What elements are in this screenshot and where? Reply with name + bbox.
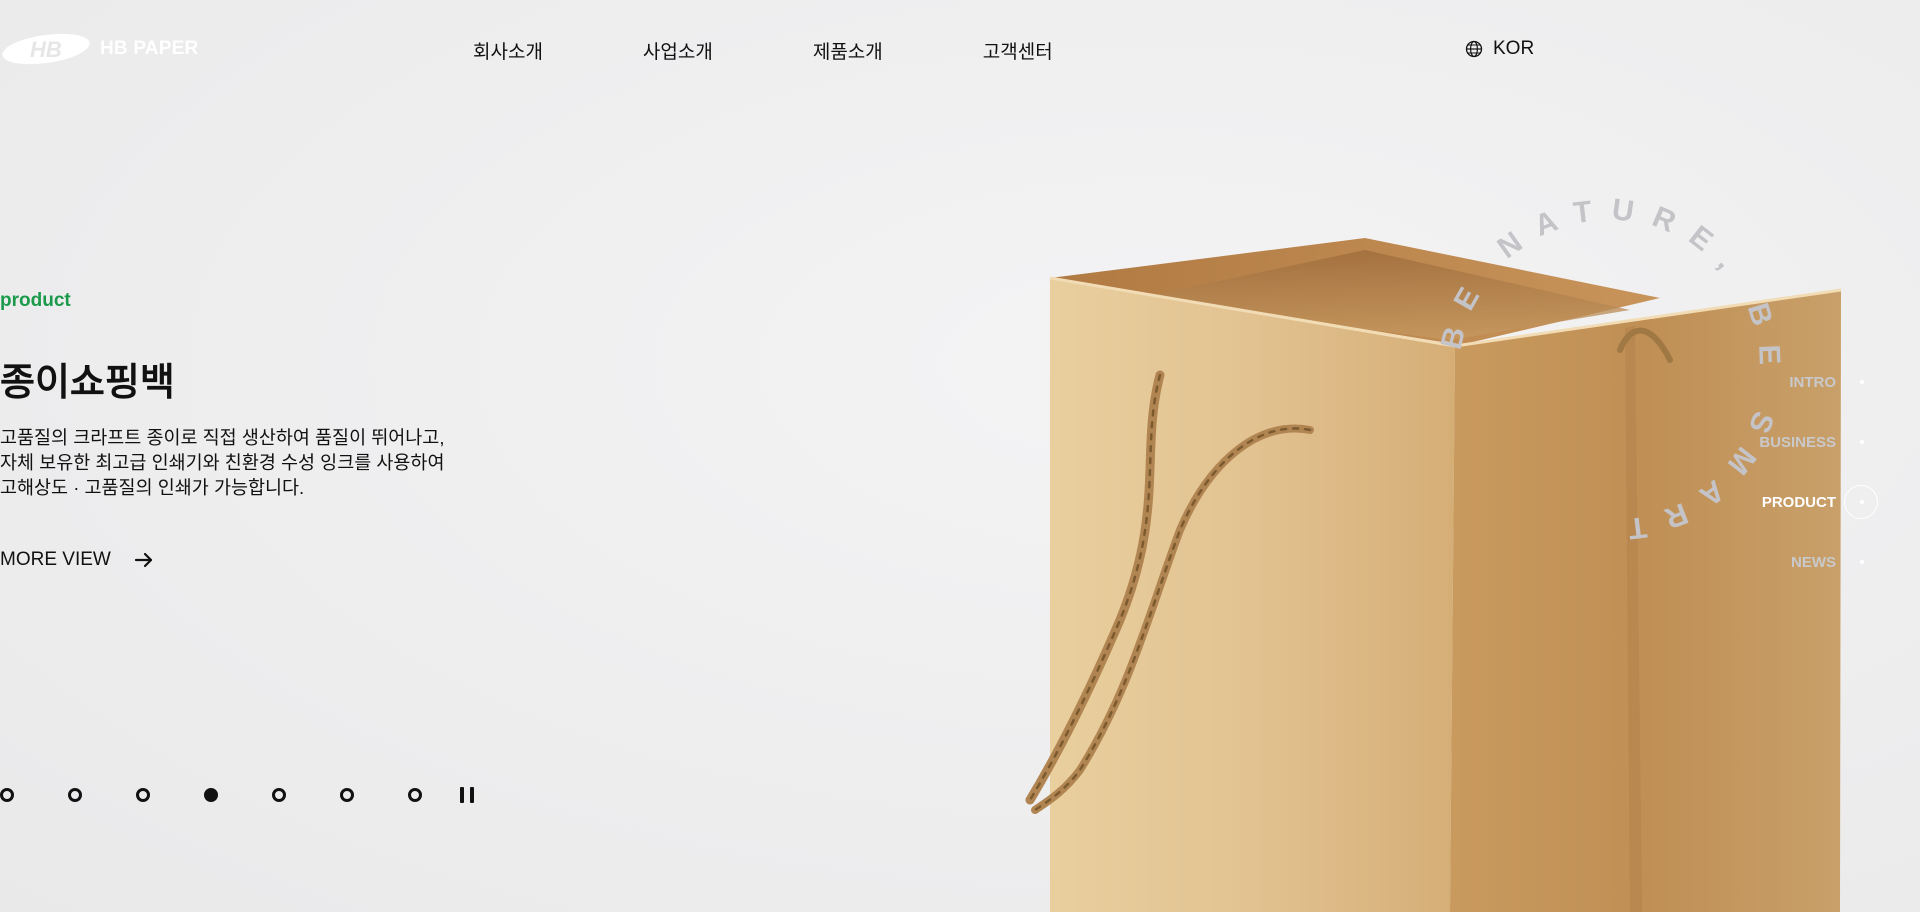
pause-bar (460, 787, 464, 803)
section-nav-product[interactable]: PRODUCT (1700, 472, 1880, 532)
svg-text:HB: HB (30, 37, 62, 62)
main-page: BE NATURE, BE SMART HB HB PAPER 회사소개 사업소… (0, 0, 1920, 912)
site-header: HB HB PAPER 회사소개 사업소개 제품소개 고객센터 KOR (0, 0, 1920, 100)
section-nav-active-ring (1844, 485, 1878, 519)
logo-text: HB PAPER (100, 38, 199, 59)
description-line: 자체 보유한 최고급 인쇄기와 친환경 수성 잉크를 사용하여 (0, 452, 445, 473)
section-nav-intro[interactable]: INTRO (1700, 352, 1880, 412)
pagination-dot-5[interactable] (272, 788, 286, 802)
pause-bar (470, 787, 474, 803)
section-nav-label: NEWS (1791, 553, 1836, 571)
nav-item-support[interactable]: 고객센터 (983, 37, 1053, 64)
section-nav-dot (1860, 380, 1864, 384)
description-line: 고품질의 크라프트 종이로 직접 생산하여 품질이 뛰어나고, (0, 427, 445, 448)
section-nav-business[interactable]: BUSINESS (1700, 412, 1880, 472)
logo-mark-icon: HB (2, 33, 90, 65)
nav-item-business[interactable]: 사업소개 (643, 37, 713, 64)
nav-item-company[interactable]: 회사소개 (473, 37, 543, 64)
section-eyebrow: product (0, 290, 71, 311)
pagination-dot-4[interactable] (204, 788, 218, 802)
product-title: 종이쇼핑백 (0, 362, 175, 404)
section-nav-label: PRODUCT (1761, 493, 1836, 511)
nav-item-products[interactable]: 제품소개 (813, 37, 883, 64)
section-nav: INTRO BUSINESS PRODUCT NEWS (1700, 352, 1880, 592)
pagination-dot-1[interactable] (0, 788, 14, 802)
globe-icon (1465, 40, 1483, 58)
language-selector[interactable]: KOR (1465, 38, 1534, 60)
more-view-label: MORE VIEW (0, 549, 111, 570)
section-nav-dot (1860, 560, 1864, 564)
section-nav-label: BUSINESS (1759, 433, 1836, 451)
description-line: 고해상도 · 고품질의 인쇄가 가능합니다. (0, 477, 305, 498)
product-description: 고품질의 크라프트 종이로 직접 생산하여 품질이 뛰어나고, 자체 보유한 최… (0, 425, 500, 500)
section-nav-news[interactable]: NEWS (1700, 532, 1880, 592)
language-label: KOR (1493, 38, 1535, 59)
pagination-dot-7[interactable] (408, 788, 422, 802)
section-nav-dot (1860, 440, 1864, 444)
slider-pagination (0, 787, 474, 803)
section-nav-label: INTRO (1789, 373, 1836, 391)
logo[interactable]: HB HB PAPER (0, 30, 198, 68)
more-view-link[interactable]: MORE VIEW (0, 549, 155, 571)
pagination-dot-3[interactable] (136, 788, 150, 802)
main-nav: 회사소개 사업소개 제품소개 고객센터 (473, 37, 1053, 64)
pagination-dot-2[interactable] (68, 788, 82, 802)
pause-icon[interactable] (460, 787, 474, 803)
pagination-dot-6[interactable] (340, 788, 354, 802)
arrow-right-icon (134, 552, 152, 568)
